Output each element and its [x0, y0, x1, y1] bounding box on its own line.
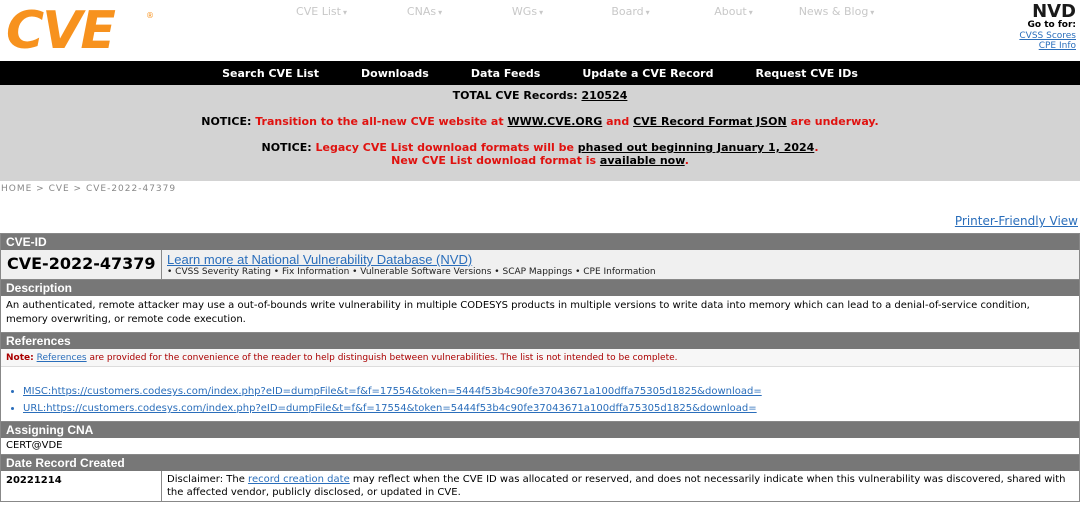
reference-link[interactable]: URL:https://customers.codesys.com/index.…: [23, 403, 757, 414]
top-nav-label: News & Blog: [798, 5, 869, 18]
chevron-down-icon: ▾: [539, 8, 544, 17]
assigning-cna-value: CERT@VDE: [1, 438, 1079, 455]
top-nav-wgs[interactable]: WGs ▾: [476, 5, 579, 18]
top-nav-label: Board: [611, 5, 644, 18]
note-label: Note:: [6, 353, 34, 363]
json-format-link[interactable]: CVE Record Format JSON: [633, 115, 787, 128]
column-divider: [161, 471, 162, 502]
cve-id: CVE-2022-47379: [7, 254, 156, 273]
nvd-features-list: • CVSS Severity Rating • Fix Information…: [167, 267, 656, 277]
notice-text: New CVE List download format is: [391, 154, 597, 167]
top-nav-news-blog[interactable]: News & Blog ▾: [785, 5, 888, 18]
cve-org-link[interactable]: WWW.CVE.ORG: [507, 115, 602, 128]
nvd-box: NVD Go to for: CVSS Scores CPE Info: [1006, 3, 1076, 52]
notice-transition: NOTICE: Transition to the all-new CVE we…: [0, 115, 1080, 128]
references-note: Note: References are provided for the co…: [1, 349, 1079, 367]
top-nav-cve-list[interactable]: CVE List ▾: [270, 5, 373, 18]
cve-logo[interactable]: CVE ®: [6, 5, 154, 57]
notice-label: NOTICE:: [201, 115, 252, 128]
section-header-cve-id: CVE-ID: [1, 234, 1079, 250]
reference-item: MISC:https://customers.codesys.com/index…: [23, 383, 762, 400]
nav-request-cve-ids[interactable]: Request CVE IDs: [734, 67, 878, 80]
date-disclaimer: Disclaimer: The record creation date may…: [167, 473, 1067, 499]
column-divider: [161, 250, 162, 280]
nav-update-cve-record[interactable]: Update a CVE Record: [561, 67, 734, 80]
nvd-logo[interactable]: NVD: [1006, 3, 1076, 21]
nvd-learn-more-link[interactable]: Learn more at National Vulnerability Dat…: [167, 252, 472, 267]
notice-legacy: NOTICE: Legacy CVE List download formats…: [0, 141, 1080, 167]
phased-out-link[interactable]: phased out beginning January 1, 2024: [578, 141, 815, 154]
registered-mark: ®: [146, 11, 154, 20]
breadcrumb[interactable]: HOME > CVE > CVE-2022-47379: [1, 184, 176, 194]
section-header-description: Description: [1, 280, 1079, 296]
notice-text: .: [684, 154, 689, 167]
references-help-link[interactable]: References: [37, 353, 87, 363]
printer-friendly-link[interactable]: Printer-Friendly View: [955, 214, 1078, 228]
top-nav: CVE List ▾ CNAs ▾ WGs ▾ Board ▾ About ▾ News …: [270, 5, 888, 18]
chevron-down-icon: ▾: [645, 8, 650, 17]
total-value-link[interactable]: 210524: [581, 89, 627, 102]
section-header-references: References: [1, 333, 1079, 349]
main-nav: Search CVE List Downloads Data Feeds Upd…: [0, 61, 1080, 85]
notice-text: are underway.: [790, 115, 879, 128]
date-created-row: 20221214 Disclaimer: The record creation…: [1, 471, 1079, 502]
total-label: TOTAL CVE Records:: [452, 89, 578, 102]
reference-link[interactable]: MISC:https://customers.codesys.com/index…: [23, 386, 762, 397]
section-header-date-created: Date Record Created: [1, 455, 1079, 471]
cve-record-table: CVE-ID CVE-2022-47379 Learn more at Nati…: [0, 233, 1080, 502]
notice-text: .: [814, 141, 819, 154]
nav-data-feeds[interactable]: Data Feeds: [450, 67, 561, 80]
total-records: TOTAL CVE Records: 210524: [0, 89, 1080, 102]
top-nav-label: WGs: [511, 5, 538, 18]
disclaimer-text: Disclaimer: The: [167, 474, 245, 485]
top-nav-about[interactable]: About ▾: [682, 5, 785, 18]
top-nav-cnas[interactable]: CNAs ▾: [373, 5, 476, 18]
date-created-value: 20221214: [6, 475, 62, 486]
record-creation-date-link[interactable]: record creation date: [248, 474, 350, 485]
references-list: MISC:https://customers.codesys.com/index…: [1, 367, 1079, 422]
note-text: are provided for the convenience of the …: [89, 353, 678, 363]
notice-banner: TOTAL CVE Records: 210524 NOTICE: Transi…: [0, 85, 1080, 181]
nvd-goto-label: Go to for:: [1027, 20, 1076, 30]
notice-text: and: [606, 115, 630, 128]
top-nav-label: About: [714, 5, 747, 18]
nav-downloads[interactable]: Downloads: [340, 67, 450, 80]
reference-item: URL:https://customers.codesys.com/index.…: [23, 400, 762, 417]
section-header-assigning-cna: Assigning CNA: [1, 422, 1079, 438]
description-text: An authenticated, remote attacker may us…: [1, 296, 1079, 333]
cve-id-row: CVE-2022-47379 Learn more at National Vu…: [1, 250, 1079, 280]
top-nav-board[interactable]: Board ▾: [579, 5, 682, 18]
cve-logo-text: CVE: [6, 1, 116, 61]
top-nav-label: CNAs: [406, 5, 437, 18]
nvd-cvss-link[interactable]: CVSS Scores: [1006, 31, 1076, 41]
chevron-down-icon: ▾: [748, 8, 753, 17]
chevron-down-icon: ▾: [870, 8, 875, 17]
notice-label: NOTICE:: [261, 141, 312, 154]
available-now-link[interactable]: available now: [600, 154, 685, 167]
notice-text: Legacy CVE List download formats will be: [315, 141, 574, 154]
site-header: CVE ® CVE List ▾ CNAs ▾ WGs ▾ Board ▾ About ▾…: [0, 0, 1080, 57]
top-nav-label: CVE List: [296, 5, 341, 18]
chevron-down-icon: ▾: [438, 8, 443, 17]
nav-search-cve-list[interactable]: Search CVE List: [201, 67, 340, 80]
nvd-cpe-link[interactable]: CPE Info: [1006, 41, 1076, 51]
notice-text: Transition to the all-new CVE website at: [255, 115, 504, 128]
chevron-down-icon: ▾: [342, 8, 347, 17]
